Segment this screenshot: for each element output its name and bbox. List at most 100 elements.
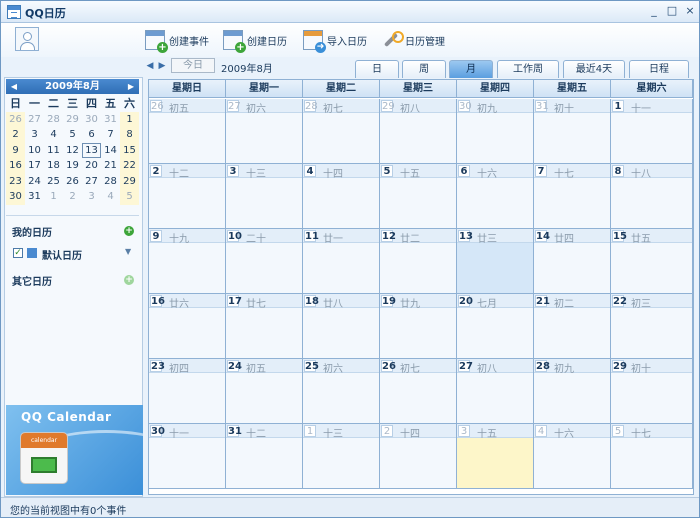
default-calendar-label[interactable]: 默认日历 — [42, 247, 82, 262]
day-cell[interactable]: 7 十七 — [534, 164, 611, 229]
day-cell[interactable]: 31 十二 — [226, 424, 303, 489]
day-number[interactable]: 26 — [150, 100, 164, 112]
tab-day[interactable]: 日 — [355, 60, 399, 78]
mini-day[interactable]: 29 — [63, 112, 82, 128]
mini-day[interactable]: 28 — [101, 174, 120, 190]
mini-day[interactable]: 24 — [25, 174, 44, 190]
day-cell[interactable]: 30 十一 — [149, 424, 226, 489]
day-number[interactable]: 15 — [612, 230, 627, 242]
day-cell[interactable]: 2 十二 — [149, 164, 226, 229]
default-calendar-checkbox[interactable]: ✓ — [13, 248, 23, 258]
mini-day[interactable]: 25 — [44, 174, 63, 190]
day-cell[interactable]: 25 初六 — [303, 359, 380, 424]
day-cell[interactable]: 21 初二 — [534, 294, 611, 359]
day-cell[interactable]: 5 十五 — [380, 164, 457, 229]
day-cell[interactable]: 12 廿二 — [380, 229, 457, 294]
maximize-button[interactable]: □ — [665, 4, 679, 18]
mini-day[interactable]: 28 — [44, 112, 63, 128]
day-cell[interactable]: 28 初七 — [303, 99, 380, 164]
mini-day[interactable]: 3 — [25, 127, 44, 143]
day-cell[interactable]: 31 初十 — [534, 99, 611, 164]
day-number[interactable]: 17 — [227, 295, 242, 307]
mini-day[interactable]: 13 — [82, 142, 101, 158]
day-cell[interactable]: 3 十五 — [457, 424, 534, 489]
day-cell[interactable]: 6 十六 — [457, 164, 534, 229]
import-calendar-button[interactable]: ➜ 导入日历 — [303, 29, 367, 53]
day-cell[interactable]: 16 廿六 — [149, 294, 226, 359]
mini-next-icon[interactable]: ▶ — [125, 79, 137, 94]
minimize-button[interactable]: _ — [647, 4, 661, 18]
mini-day[interactable]: 20 — [82, 158, 101, 174]
day-number[interactable]: 28 — [304, 100, 318, 112]
day-number[interactable]: 21 — [535, 295, 550, 307]
day-cell[interactable]: 14 廿四 — [534, 229, 611, 294]
day-cell[interactable]: 17 廿七 — [226, 294, 303, 359]
chevron-down-icon[interactable]: ▼ — [125, 247, 131, 256]
day-cell[interactable]: 10 二十 — [226, 229, 303, 294]
mini-day[interactable]: 16 — [6, 158, 25, 174]
mini-day[interactable]: 4 — [44, 127, 63, 143]
day-cell[interactable]: 23 初四 — [149, 359, 226, 424]
day-cell[interactable]: 2 十四 — [380, 424, 457, 489]
day-number[interactable]: 13 — [458, 230, 473, 242]
day-cell[interactable]: 30 初九 — [457, 99, 534, 164]
mini-day[interactable]: 8 — [120, 127, 139, 143]
day-number[interactable]: 1 — [612, 100, 624, 112]
mini-day[interactable]: 2 — [63, 189, 82, 205]
day-cell[interactable]: 4 十六 — [534, 424, 611, 489]
day-number[interactable]: 4 — [304, 165, 316, 177]
day-number[interactable]: 22 — [612, 295, 627, 307]
mini-day[interactable]: 1 — [44, 189, 63, 205]
mini-day[interactable]: 21 — [101, 158, 120, 174]
mini-day[interactable]: 29 — [120, 173, 139, 189]
tab-month[interactable]: 月 — [449, 60, 493, 78]
day-number[interactable]: 7 — [535, 165, 547, 177]
tab-week[interactable]: 周 — [402, 60, 446, 78]
day-cell[interactable]: 29 初十 — [611, 359, 693, 424]
tab-agenda[interactable]: 日程 — [629, 60, 689, 78]
prev-month-icon[interactable]: ◀ — [145, 59, 155, 73]
day-cell[interactable]: 3 十三 — [226, 164, 303, 229]
mini-day[interactable]: 1 — [120, 111, 139, 127]
day-cell[interactable]: 26 初七 — [380, 359, 457, 424]
tab-recent-4-days[interactable]: 最近4天 — [563, 60, 625, 78]
mini-day[interactable]: 26 — [63, 174, 82, 190]
day-number[interactable]: 18 — [304, 295, 319, 307]
mini-day[interactable]: 5 — [120, 189, 139, 205]
day-number[interactable]: 3 — [227, 165, 239, 177]
day-cell[interactable]: 5 十七 — [611, 424, 693, 489]
mini-day[interactable]: 12 — [63, 143, 82, 159]
day-cell[interactable]: 22 初三 — [611, 294, 693, 359]
day-number[interactable]: 31 — [535, 100, 549, 112]
day-number[interactable]: 6 — [458, 165, 470, 177]
mini-day[interactable]: 14 — [101, 143, 120, 159]
mini-day[interactable]: 19 — [63, 158, 82, 174]
mini-day[interactable]: 11 — [44, 143, 63, 159]
day-cell[interactable]: 13 廿三 — [457, 229, 534, 294]
day-number[interactable]: 31 — [227, 425, 242, 437]
mini-day[interactable]: 17 — [25, 158, 44, 174]
mini-day[interactable]: 9 — [6, 142, 25, 158]
add-other-calendar-icon[interactable]: + — [124, 275, 134, 285]
day-number[interactable]: 2 — [150, 165, 162, 177]
promo-banner[interactable]: QQ Calendar calendar — [6, 405, 143, 495]
mini-day[interactable]: 23 — [6, 173, 25, 189]
day-number[interactable]: 4 — [535, 425, 547, 437]
mini-day[interactable]: 10 — [25, 143, 44, 159]
day-cell[interactable]: 9 十九 — [149, 229, 226, 294]
day-cell[interactable]: 29 初八 — [380, 99, 457, 164]
day-number[interactable]: 19 — [381, 295, 396, 307]
mini-day[interactable]: 3 — [82, 189, 101, 205]
day-cell[interactable]: 8 十八 — [611, 164, 693, 229]
day-number[interactable]: 10 — [227, 230, 242, 242]
mini-day[interactable]: 27 — [25, 112, 44, 128]
mini-day[interactable]: 27 — [82, 174, 101, 190]
mini-day[interactable]: 31 — [101, 112, 120, 128]
tab-work-week[interactable]: 工作周 — [497, 60, 559, 78]
mini-day[interactable]: 18 — [44, 158, 63, 174]
mini-day[interactable]: 4 — [101, 189, 120, 205]
day-number[interactable]: 9 — [150, 230, 162, 242]
day-number[interactable]: 8 — [612, 165, 624, 177]
manage-calendar-button[interactable]: 日历管理 — [381, 29, 445, 51]
day-number[interactable]: 24 — [227, 360, 242, 372]
